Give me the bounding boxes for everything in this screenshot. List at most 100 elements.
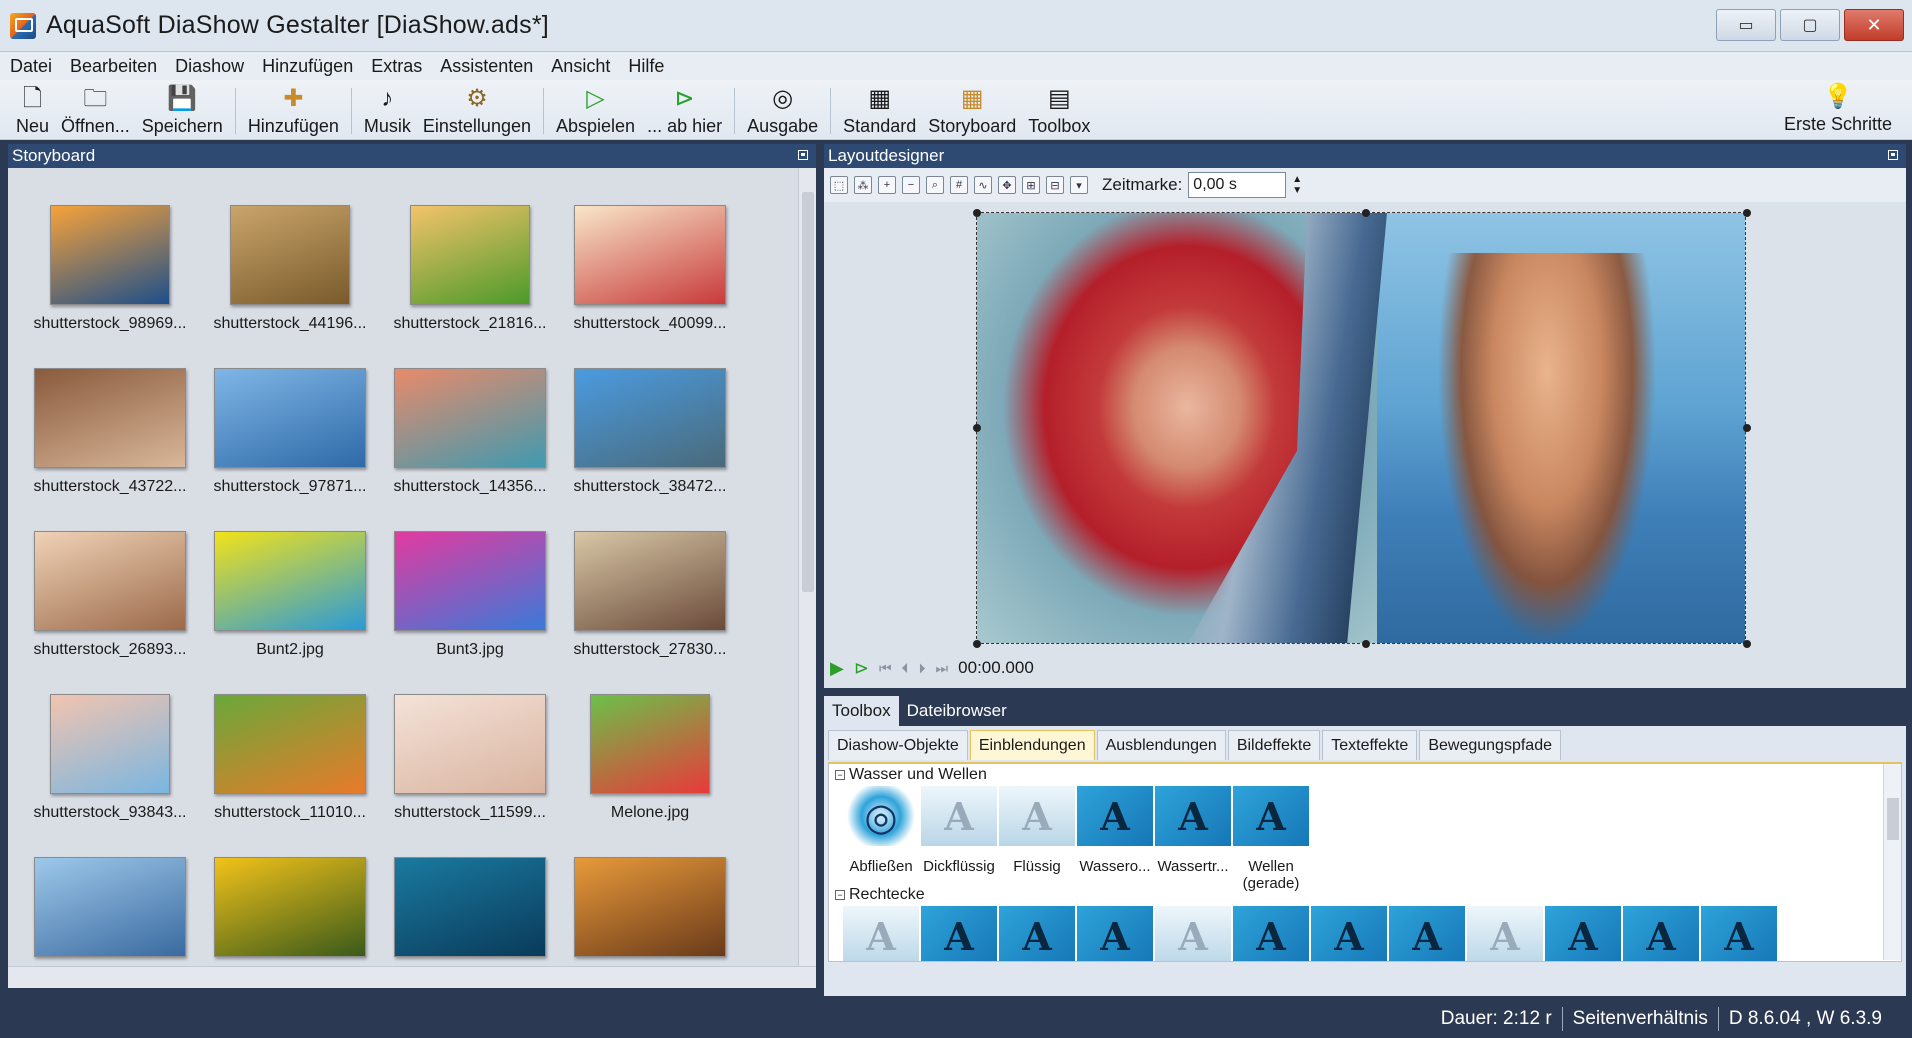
scrollbar-thumb[interactable] [802,192,814,592]
subtab-ausblendungen[interactable]: Ausblendungen [1096,730,1226,760]
menu-hinzufuegen[interactable]: Hinzufügen [262,56,353,77]
resize-handle[interactable] [1362,209,1370,217]
storyboard-item[interactable]: Schnee.jpg [20,830,200,988]
open-button[interactable]: 🗀 Öffnen... [55,83,136,139]
storyboard-item[interactable]: shutterstock_98969... [20,178,200,341]
effect-rechteck[interactable]: A [1623,906,1699,961]
menu-bearbeiten[interactable]: Bearbeiten [70,56,157,77]
motion-path-icon[interactable]: ∿ [974,176,992,194]
subtab-bildeffekte[interactable]: Bildeffekte [1227,730,1321,760]
menu-datei[interactable]: Datei [10,56,52,77]
storyboard-item[interactable]: shutterstock_38472... [560,341,740,504]
storyboard-item[interactable]: Surfen.jpg [380,830,560,988]
status-aspect-ratio[interactable]: Seitenverhältnis [1573,1008,1708,1030]
multi-select-icon[interactable]: ⁂ [854,176,872,194]
effect-rechteck[interactable]: A [1389,906,1465,961]
zoom-fit-icon[interactable]: ⌕ [926,176,944,194]
collapse-icon[interactable]: − [835,890,845,900]
add-button[interactable]: ✚ Hinzufügen [242,83,345,139]
resize-handle[interactable] [1743,640,1751,648]
distribute-icon[interactable]: ⊟ [1046,176,1064,194]
effects-vertical-scrollbar[interactable] [1883,764,1901,960]
subtab-diashow-objekte[interactable]: Diashow-Objekte [828,730,968,760]
storyboard-horizontal-scrollbar[interactable] [8,966,816,988]
storyboard-item[interactable]: Bunt3.jpg [380,504,560,667]
zeitmarke-input[interactable]: 0,00 s [1188,172,1287,198]
effect-wassertropfen[interactable]: A Wassertr... [1155,786,1231,893]
resize-handle[interactable] [973,209,981,217]
effect-wasseroberflaeche[interactable]: A Wassero... [1077,786,1153,893]
skip-start-icon[interactable]: ⏮ [879,660,892,677]
resize-handle[interactable] [1743,424,1751,432]
preview-canvas[interactable] [976,212,1746,644]
group-rechtecke[interactable]: − Rechtecke [835,886,925,904]
tab-dateibrowser[interactable]: Dateibrowser [899,696,1015,726]
spinner-icon[interactable]: ▲ ▼ [1292,174,1302,196]
effect-fluessig[interactable]: A Flüssig [999,786,1075,893]
zoom-out-icon[interactable]: − [902,176,920,194]
subtab-einblendungen[interactable]: Einblendungen [969,730,1095,760]
new-button[interactable]: 🗋 Neu [10,83,55,139]
group-wasser-und-wellen[interactable]: − Wasser und Wellen [835,766,987,784]
storyboard-item[interactable]: shutterstock_11599... [380,667,560,830]
resize-handle[interactable] [1362,640,1370,648]
storyboard-item[interactable]: shutterstock_21816... [380,178,560,341]
menu-ansicht[interactable]: Ansicht [551,56,610,77]
maximize-button[interactable]: ▢ [1780,9,1840,41]
minimize-button[interactable]: ▭ [1716,9,1776,41]
resize-handle[interactable] [973,424,981,432]
storyboard-item[interactable]: shutterstock_93843... [20,667,200,830]
music-button[interactable]: ♪ Musik [358,83,417,139]
settings-button[interactable]: ⚙ Einstellungen [417,83,537,139]
storyboard-vertical-scrollbar[interactable] [798,168,816,988]
storyboard-item[interactable]: Melone.jpg [560,667,740,830]
pin-icon[interactable] [798,150,808,160]
align-icon[interactable]: ⊞ [1022,176,1040,194]
grid-icon[interactable]: # [950,176,968,194]
play-from-here-button[interactable]: ⊳ ... ab hier [641,83,728,139]
toolbox-view-button[interactable]: ▤ Toolbox [1022,83,1096,139]
storyboard-item[interactable]: Trauben.jpg [560,830,740,988]
menu-assistenten[interactable]: Assistenten [440,56,533,77]
output-button[interactable]: ◎ Ausgabe [741,83,824,139]
storyboard-view-button[interactable]: ▦ Storyboard [922,83,1022,139]
storyboard-item[interactable]: shutterstock_11010... [200,667,380,830]
storyboard-item[interactable]: Sonneblumen.jpg [200,830,380,988]
menu-diashow[interactable]: Diashow [175,56,244,77]
storyboard-item[interactable]: shutterstock_27830... [560,504,740,667]
resize-handle[interactable] [1743,209,1751,217]
effect-rechteck[interactable]: A [1545,906,1621,961]
storyboard-item[interactable]: shutterstock_26893... [20,504,200,667]
play-from-here-icon[interactable]: ⊳ [854,658,869,679]
effect-rechteck[interactable]: A [1467,906,1543,961]
pin-icon[interactable] [1888,150,1898,160]
standard-view-button[interactable]: ▦ Standard [837,83,922,139]
storyboard-item[interactable]: shutterstock_43722... [20,341,200,504]
subtab-bewegungspfade[interactable]: Bewegungspfade [1419,730,1561,760]
zoom-in-icon[interactable]: + [878,176,896,194]
effect-rechteck[interactable]: A [921,906,997,961]
step-back-icon[interactable]: ⏴ [902,660,909,677]
move-icon[interactable]: ✥ [998,176,1016,194]
step-forward-icon[interactable]: ⏵ [919,660,926,677]
collapse-icon[interactable]: − [835,770,845,780]
menu-hilfe[interactable]: Hilfe [628,56,664,77]
effect-dickfluessig[interactable]: A Dickflüssig [921,786,997,893]
arrange-dropdown-icon[interactable]: ▾ [1070,176,1088,194]
play-button[interactable]: ▷ Abspielen [550,83,641,139]
scrollbar-thumb[interactable] [1887,798,1899,840]
effect-rechteck[interactable]: A [999,906,1075,961]
effect-abfliessen[interactable]: ◎ Abfließen [843,786,919,893]
effect-wellen-gerade[interactable]: A Wellen (gerade) [1233,786,1309,893]
storyboard-item[interactable]: shutterstock_97871... [200,341,380,504]
skip-end-icon[interactable]: ⏭ [936,660,949,677]
first-steps-button[interactable]: 💡 Erste Schritte [1778,81,1898,137]
effect-rechteck[interactable]: A [1311,906,1387,961]
resize-handle[interactable] [973,640,981,648]
storyboard-item[interactable]: shutterstock_44196... [200,178,380,341]
effect-rechteck[interactable]: A [1077,906,1153,961]
play-icon[interactable]: ▶ [830,658,844,679]
storyboard-item[interactable]: Bunt2.jpg [200,504,380,667]
close-button[interactable]: ✕ [1844,9,1904,41]
effect-rechteck[interactable]: A [1155,906,1231,961]
